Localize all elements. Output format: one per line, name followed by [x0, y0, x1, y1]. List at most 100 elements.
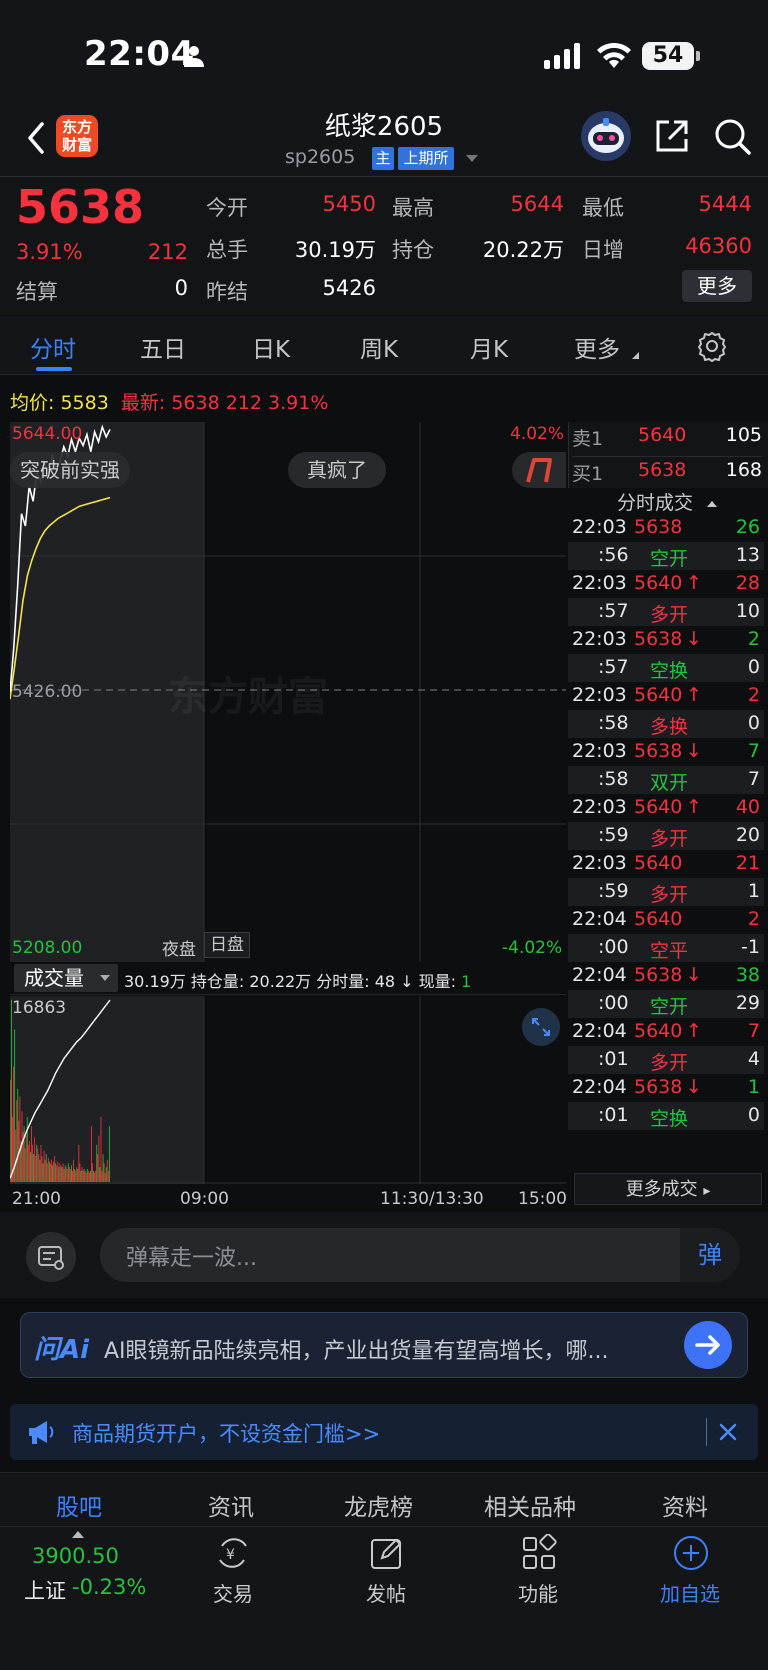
tab-monthly-k[interactable]: 月K [470, 330, 508, 364]
promo-divider [706, 1418, 707, 1446]
add-watchlist-icon[interactable] [672, 1534, 710, 1572]
comment-bubble-3[interactable] [512, 452, 566, 488]
danmaku-placeholder: 弹幕走一波... [126, 1246, 257, 1271]
tab-intraday[interactable]: 分时 [30, 330, 76, 364]
promo-text[interactable]: 商品期货开户，不设资金门槛>> [72, 1418, 380, 1448]
tab-add-watchlist-label[interactable]: 加自选 [640, 1578, 740, 1607]
volume-bar [103, 1163, 105, 1182]
trade-price: 5640 [634, 796, 683, 818]
trade-time: :00 [598, 992, 629, 1014]
trade-price: 5638 [634, 1076, 683, 1098]
trade-price: 双开 [650, 772, 689, 794]
instrument-code: sp2605 [285, 146, 356, 168]
expand-icon[interactable] [522, 1008, 560, 1046]
volume-bar [86, 1169, 88, 1182]
trade-icon[interactable]: ¥ [214, 1534, 252, 1572]
volume-bar [51, 1159, 52, 1182]
latest-value: 5638 [171, 392, 220, 414]
close-icon[interactable] [714, 1418, 742, 1446]
volume-bar [78, 1144, 80, 1182]
trades-title-text: 分时成交 [616, 492, 693, 514]
index-expand-icon[interactable] [72, 1531, 84, 1538]
comment-bubble-1[interactable]: 突破前实强 [10, 452, 130, 488]
volume-bar [56, 1165, 58, 1182]
gear-icon[interactable] [696, 330, 728, 362]
trade-price: 空换 [650, 1108, 689, 1130]
more-trades-label: 更多成交 [625, 1179, 698, 1200]
volume-bar [55, 1163, 57, 1182]
battery-level: 54 [642, 42, 694, 70]
ai-send-arrow-icon[interactable] [684, 1321, 732, 1369]
volume-bar [44, 1159, 46, 1182]
high-label: 最高 [392, 196, 434, 220]
avg-label: 均价: [10, 392, 55, 414]
tab-more[interactable]: 更多 [574, 330, 620, 364]
volume-max-label: 16863 [12, 998, 67, 1018]
volume-bar [72, 1170, 73, 1182]
danmaku-send-button[interactable]: 弹 [680, 1228, 740, 1282]
bid-label: 买1 [572, 463, 604, 485]
volume-chart[interactable] [10, 996, 566, 1184]
volume-bar [100, 1116, 102, 1182]
change-percent: 3.91% [16, 240, 83, 264]
trade-direction-arrow: ↓ [686, 740, 702, 762]
trade-time: :57 [598, 600, 629, 622]
volume-bar [98, 1135, 100, 1182]
index-percent[interactable]: -0.23% [72, 1575, 146, 1599]
tab-daily-k[interactable]: 日K [252, 330, 290, 364]
open-label: 今开 [206, 196, 248, 220]
cellular-signal-icon [544, 43, 580, 69]
post-edit-icon[interactable] [368, 1534, 406, 1572]
volume-bar [84, 1170, 86, 1182]
trade-price: 多换 [650, 716, 689, 738]
subtab-profile[interactable]: 资料 [662, 1488, 708, 1522]
ai-prompt-text[interactable]: AI眼镜新品陆续亮相，产业出货量有望高增长，哪... [104, 1333, 670, 1365]
search-icon[interactable] [712, 116, 752, 156]
trades-title[interactable]: 分时成交 [572, 488, 762, 515]
trade-row: 22:03 5640 ↑ 28 [568, 570, 764, 598]
subtab-related[interactable]: 相关品种 [484, 1488, 576, 1522]
danmaku-settings-icon[interactable] [26, 1232, 76, 1282]
volume-bar [35, 1156, 37, 1182]
tab-five-day[interactable]: 五日 [140, 330, 186, 364]
tab-more-indicator-icon [632, 352, 639, 359]
trade-price: 空开 [650, 548, 689, 570]
share-icon[interactable] [652, 116, 692, 156]
volume-bar [34, 1137, 36, 1182]
volume-bar [11, 999, 12, 1182]
trade-direction-arrow: ↓ [686, 628, 702, 650]
index-value[interactable]: 3900.50 [32, 1544, 119, 1568]
pct-axis-max: 4.02% [510, 424, 565, 444]
trade-qty: 7 [747, 1020, 760, 1042]
trade-price: 多开 [650, 604, 689, 626]
trade-price: 5640 [634, 684, 683, 706]
robot-assistant-icon[interactable] [580, 110, 632, 162]
trade-qty: 26 [735, 516, 760, 538]
volume-bar [50, 1163, 51, 1182]
subtab-news[interactable]: 资讯 [208, 1488, 254, 1522]
volume-bar [92, 1163, 93, 1182]
subtab-forum[interactable]: 股吧 [56, 1488, 102, 1522]
volume-bar [10, 1079, 11, 1182]
trade-direction-arrow: ↓ [686, 1076, 702, 1098]
y-axis-mid: 5426.00 [12, 682, 83, 702]
contract-dropdown-icon[interactable] [466, 155, 478, 162]
volume-bar [106, 1159, 108, 1182]
comment-bubble-2[interactable]: 真疯了 [288, 452, 386, 488]
more-trades-button[interactable]: 更多成交 ▸ [574, 1173, 762, 1205]
trade-row: 22:03 5638 26 [568, 514, 764, 542]
index-name[interactable]: 上证 [24, 1575, 66, 1605]
features-grid-icon[interactable] [520, 1534, 558, 1572]
trade-row: 22:03 5638 ↓ 2 [568, 626, 764, 654]
main-contract-badge: 主 [372, 147, 394, 170]
volume-bar [94, 1172, 96, 1182]
more-quote-button[interactable]: 更多 [682, 270, 752, 302]
trade-row: 22:04 5640 2 [568, 906, 764, 934]
intraday-chart[interactable]: 东方财富 [10, 422, 566, 962]
tab-trade-label[interactable]: 交易 [183, 1578, 283, 1607]
tab-post-label[interactable]: 发帖 [336, 1578, 436, 1607]
tab-features-label[interactable]: 功能 [488, 1578, 588, 1607]
volume-bar [90, 1170, 91, 1182]
subtab-dragon-tiger[interactable]: 龙虎榜 [344, 1488, 413, 1522]
tab-weekly-k[interactable]: 周K [360, 330, 398, 364]
